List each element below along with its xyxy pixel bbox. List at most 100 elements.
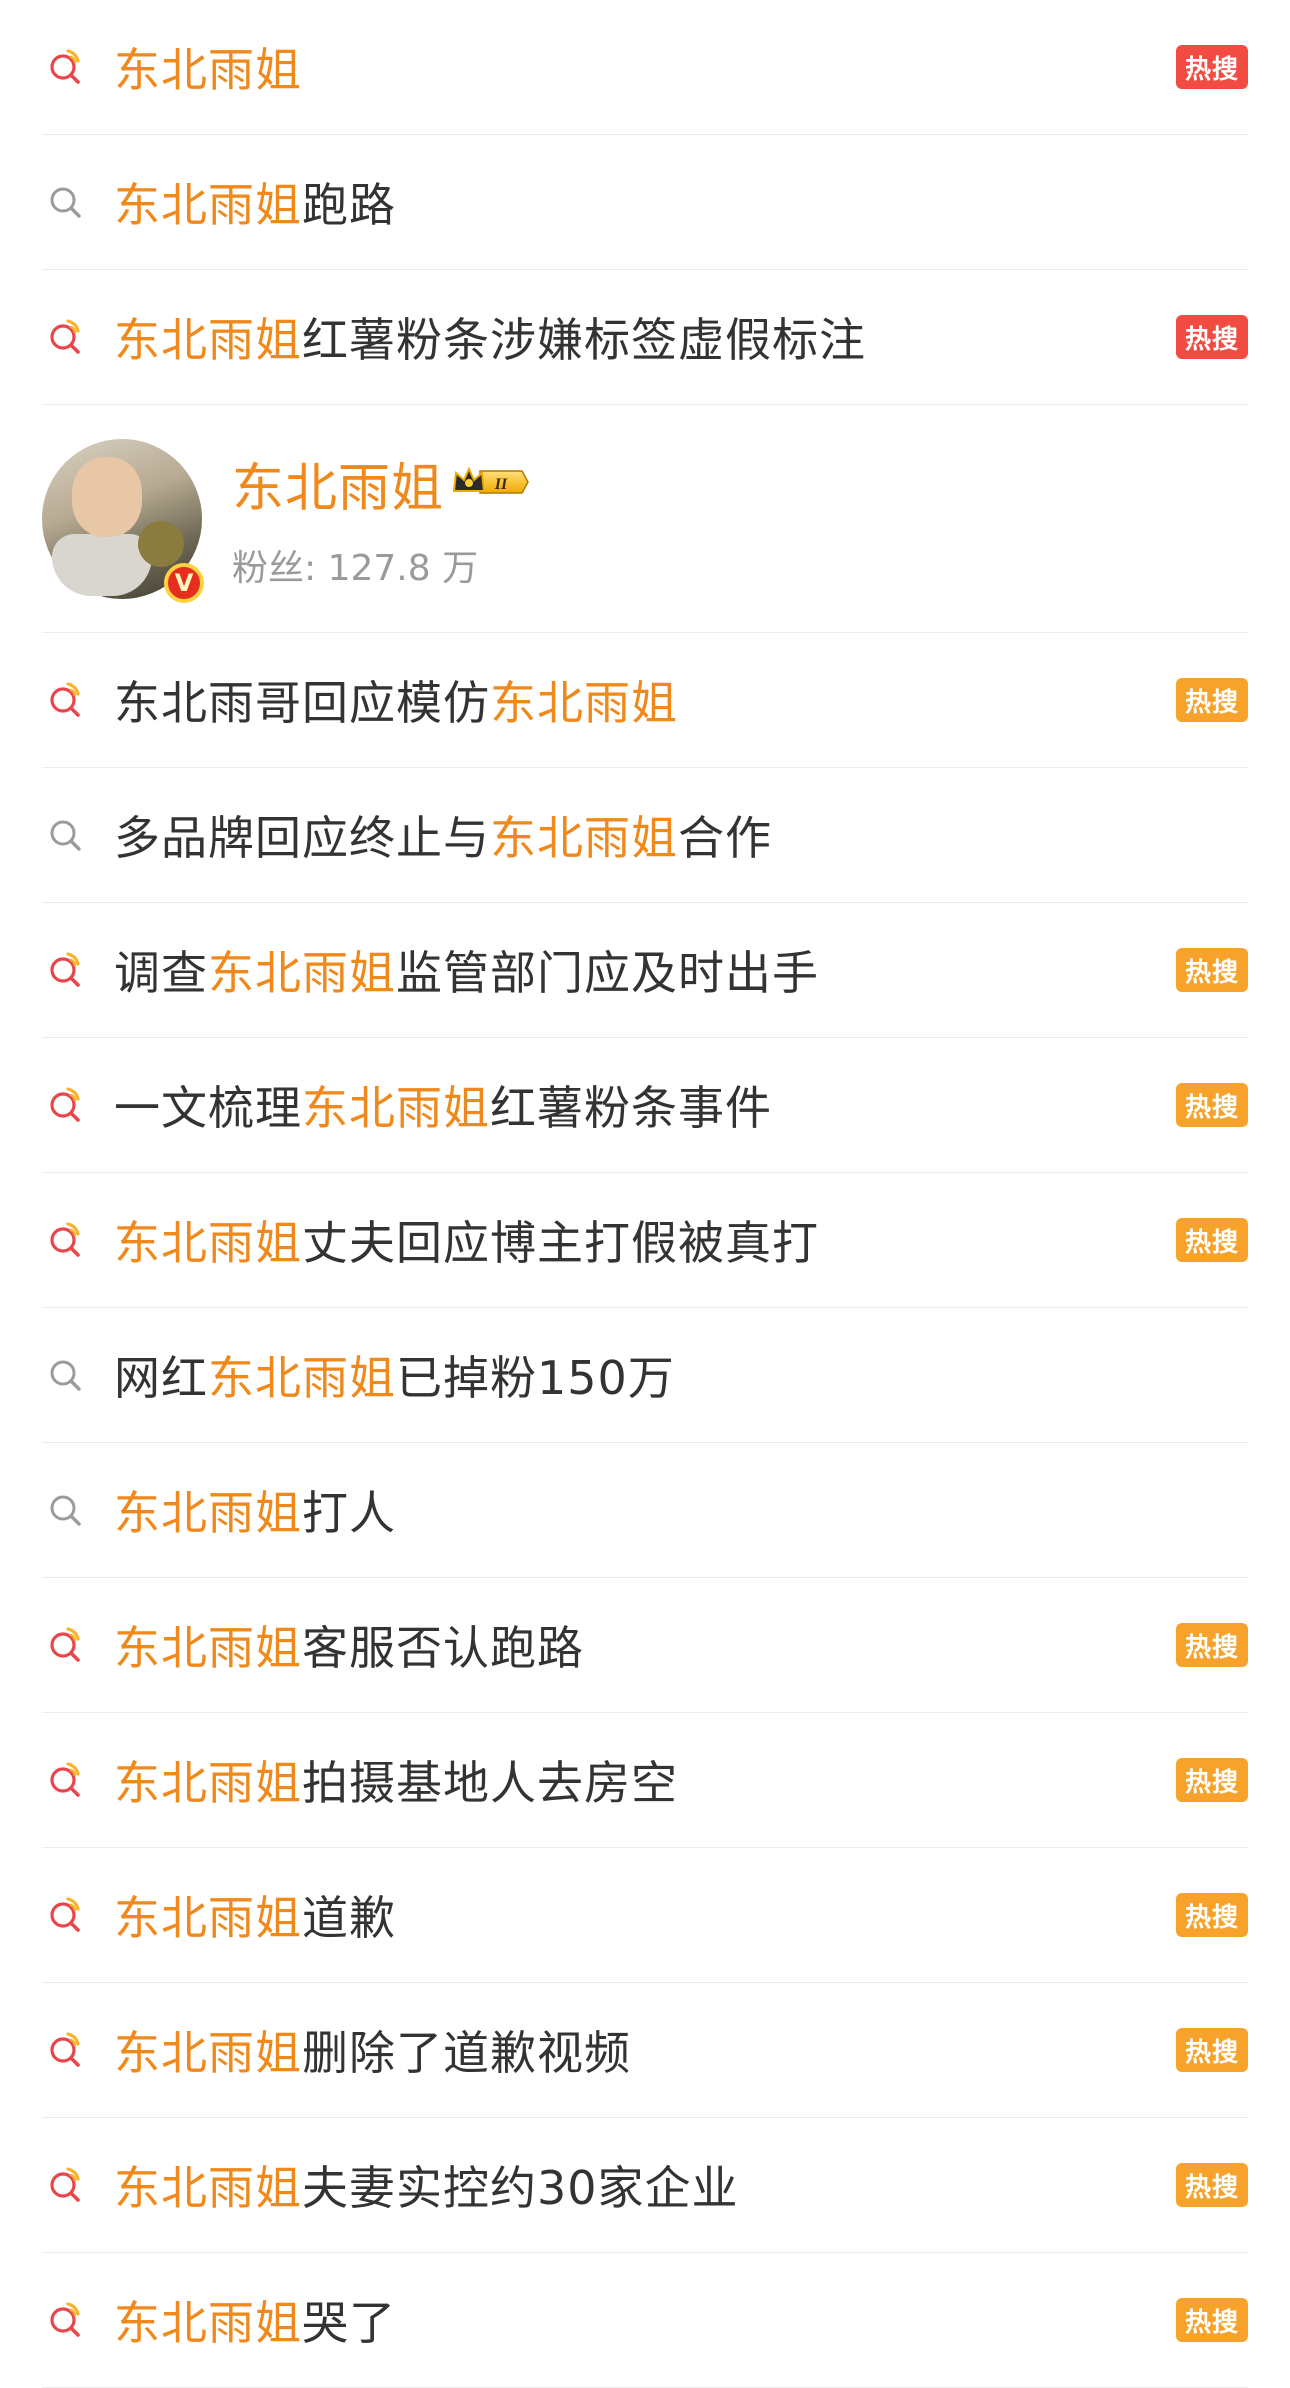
hot-search-icon [42, 1081, 90, 1129]
hot-badge: 热搜 [1176, 1893, 1248, 1937]
keyword-highlight: 东北雨姐 [114, 1216, 302, 1270]
suggestion-text-part: 跑路 [302, 178, 396, 232]
suggestion-text: 调查东北雨姐监管部门应及时出手 [114, 937, 819, 1003]
suggestion-group-bottom: 东北雨哥回应模仿东北雨姐 热搜 多品牌回应终止与东北雨姐合作 调查东北雨姐监管部门应及… [0, 633, 1290, 2388]
user-info: 东北雨姐 II 粉丝: 127.8 万 [232, 446, 530, 591]
keyword-highlight: 东北雨姐 [114, 1621, 302, 1675]
fans-count: 粉丝: 127.8 万 [232, 539, 530, 591]
suggestion-text: 东北雨姐跑路 [114, 169, 396, 235]
search-suggestion-row[interactable]: 东北雨姐打人 [42, 1443, 1248, 1578]
hot-badge: 热搜 [1176, 948, 1248, 992]
suggestion-text-part: 东北雨哥回应模仿 [114, 676, 490, 730]
hot-search-icon [42, 1891, 90, 1939]
suggestion-text-part: 客服否认跑路 [302, 1621, 584, 1675]
keyword-highlight: 东北雨姐 [114, 2026, 302, 2080]
search-icon [42, 811, 90, 859]
keyword-highlight: 东北雨姐 [114, 313, 302, 367]
suggestion-text-part: 哭了 [302, 2296, 396, 2350]
suggestion-text: 东北雨姐拍摄基地人去房空 [114, 1747, 678, 1813]
suggestion-text-part: 已掉粉150万 [396, 1351, 675, 1405]
search-suggestion-row[interactable]: 东北雨姐客服否认跑路 热搜 [42, 1578, 1248, 1713]
verified-badge-icon: V [164, 562, 204, 603]
suggestion-text: 东北雨姐删除了道歉视频 [114, 2017, 631, 2083]
user-result-row[interactable]: V 东北雨姐 II 粉丝: 127.8 万 [42, 405, 1248, 633]
svg-text:II: II [494, 476, 508, 493]
hot-search-icon [42, 2161, 90, 2209]
suggestion-text: 东北雨姐 [114, 34, 302, 100]
avatar[interactable]: V [42, 438, 204, 603]
hot-badge: 热搜 [1176, 1218, 1248, 1262]
hot-badge: 热搜 [1176, 1083, 1248, 1127]
search-suggestion-row[interactable]: 东北雨姐哭了 热搜 [42, 2253, 1248, 2388]
suggestion-text-part: 删除了道歉视频 [302, 2026, 631, 2080]
keyword-highlight: 东北雨姐 [490, 811, 678, 865]
hot-search-icon [42, 676, 90, 724]
search-suggestion-list: 东北雨姐 热搜 东北雨姐跑路 东北雨姐红薯粉条涉嫌标签虚假标注 热搜 V 东北雨姐 [0, 0, 1290, 2388]
crown-level-badge-icon: II [452, 465, 530, 503]
suggestion-text-part: 红薯粉条事件 [490, 1081, 772, 1135]
search-suggestion-row[interactable]: 一文梳理东北雨姐红薯粉条事件 热搜 [42, 1038, 1248, 1173]
keyword-highlight: 东北雨姐 [114, 178, 302, 232]
search-suggestion-row[interactable]: 东北雨姐丈夫回应博主打假被真打 热搜 [42, 1173, 1248, 1308]
suggestion-text-part: 多品牌回应终止与 [114, 811, 490, 865]
suggestion-group-top: 东北雨姐 热搜 东北雨姐跑路 东北雨姐红薯粉条涉嫌标签虚假标注 热搜 [0, 0, 1290, 405]
hot-search-icon [42, 1621, 90, 1669]
hot-search-icon [42, 43, 90, 91]
fans-label: 粉丝: [232, 548, 317, 589]
hot-badge: 热搜 [1176, 678, 1248, 722]
suggestion-text-part: 监管部门应及时出手 [396, 946, 819, 1000]
search-suggestion-row[interactable]: 调查东北雨姐监管部门应及时出手 热搜 [42, 903, 1248, 1038]
suggestion-text-part: 网红 [114, 1351, 208, 1405]
suggestion-text-part: 调查 [114, 946, 208, 1000]
suggestion-text-part: 一文梳理 [114, 1081, 302, 1135]
suggestion-text-part: 道歉 [302, 1891, 396, 1945]
search-icon [42, 1486, 90, 1534]
hot-badge: 热搜 [1176, 45, 1248, 89]
keyword-highlight: 东北雨姐 [114, 43, 302, 97]
search-suggestion-row[interactable]: 东北雨姐红薯粉条涉嫌标签虚假标注 热搜 [42, 270, 1248, 405]
suggestion-text: 东北雨姐丈夫回应博主打假被真打 [114, 1207, 819, 1273]
search-suggestion-row[interactable]: 东北雨哥回应模仿东北雨姐 热搜 [42, 633, 1248, 768]
suggestion-text-part: 丈夫回应博主打假被真打 [302, 1216, 819, 1270]
keyword-highlight: 东北雨姐 [114, 1486, 302, 1540]
hot-search-icon [42, 1216, 90, 1264]
search-suggestion-row[interactable]: 东北雨姐道歉 热搜 [42, 1848, 1248, 1983]
search-suggestion-row[interactable]: 多品牌回应终止与东北雨姐合作 [42, 768, 1248, 903]
search-icon [42, 1351, 90, 1399]
search-suggestion-row[interactable]: 东北雨姐跑路 [42, 135, 1248, 270]
suggestion-text: 东北雨哥回应模仿东北雨姐 [114, 667, 678, 733]
user-name[interactable]: 东北雨姐 [232, 446, 444, 521]
search-suggestion-row[interactable]: 网红东北雨姐已掉粉150万 [42, 1308, 1248, 1443]
keyword-highlight: 东北雨姐 [490, 676, 678, 730]
hot-badge: 热搜 [1176, 1623, 1248, 1667]
suggestion-text: 东北雨姐夫妻实控约30家企业 [114, 2152, 739, 2218]
search-suggestion-row[interactable]: 东北雨姐拍摄基地人去房空 热搜 [42, 1713, 1248, 1848]
keyword-highlight: 东北雨姐 [208, 946, 396, 1000]
suggestion-text: 多品牌回应终止与东北雨姐合作 [114, 802, 772, 868]
search-suggestion-row[interactable]: 东北雨姐夫妻实控约30家企业 热搜 [42, 2118, 1248, 2253]
suggestion-text-part: 红薯粉条涉嫌标签虚假标注 [302, 313, 866, 367]
search-suggestion-row[interactable]: 东北雨姐 热搜 [42, 0, 1248, 135]
hot-search-icon [42, 946, 90, 994]
hot-badge: 热搜 [1176, 315, 1248, 359]
suggestion-text: 东北雨姐道歉 [114, 1882, 396, 1948]
suggestion-text: 网红东北雨姐已掉粉150万 [114, 1342, 675, 1408]
hot-search-icon [42, 2026, 90, 2074]
suggestion-text-part: 夫妻实控约30家企业 [302, 2161, 739, 2215]
suggestion-text: 东北雨姐客服否认跑路 [114, 1612, 584, 1678]
hot-search-icon [42, 2296, 90, 2344]
keyword-highlight: 东北雨姐 [208, 1351, 396, 1405]
search-icon [42, 178, 90, 226]
suggestion-text-part: 拍摄基地人去房空 [302, 1756, 678, 1810]
hot-badge: 热搜 [1176, 2163, 1248, 2207]
keyword-highlight: 东北雨姐 [114, 2161, 302, 2215]
keyword-highlight: 东北雨姐 [114, 1891, 302, 1945]
suggestion-text: 东北雨姐打人 [114, 1477, 396, 1543]
search-suggestion-row[interactable]: 东北雨姐删除了道歉视频 热搜 [42, 1983, 1248, 2118]
hot-search-icon [42, 1756, 90, 1804]
hot-badge: 热搜 [1176, 2298, 1248, 2342]
suggestion-text-part: 合作 [678, 811, 772, 865]
hot-badge: 热搜 [1176, 2028, 1248, 2072]
keyword-highlight: 东北雨姐 [114, 2296, 302, 2350]
suggestion-text: 东北雨姐哭了 [114, 2287, 396, 2353]
